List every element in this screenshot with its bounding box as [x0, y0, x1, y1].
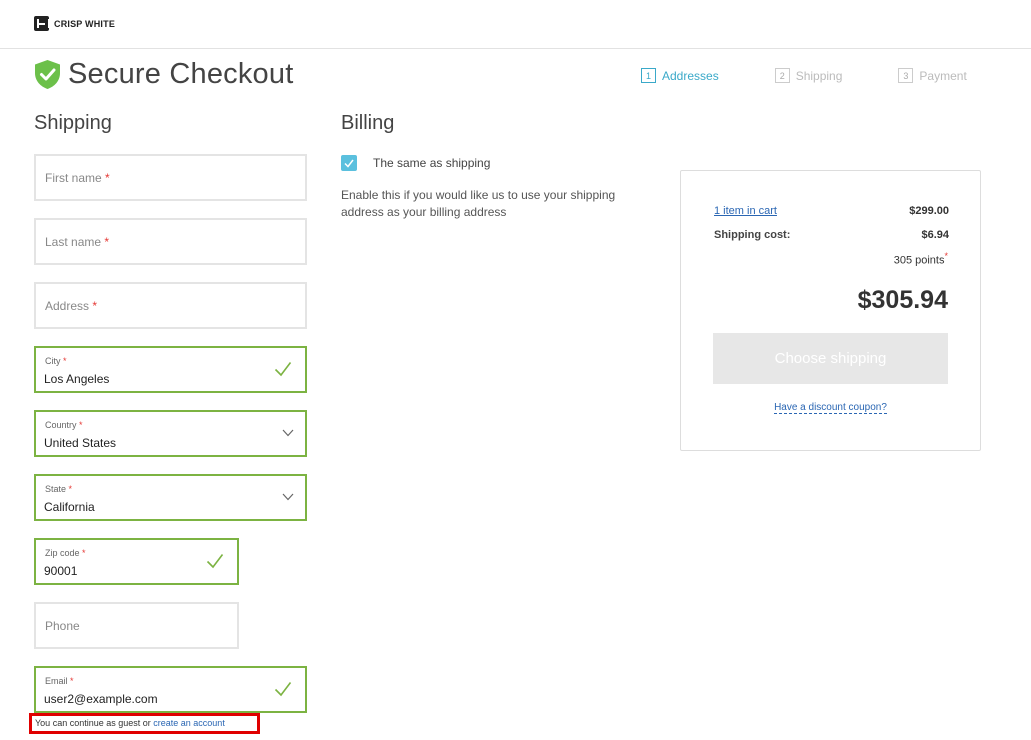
city-value: Los Angeles [44, 372, 110, 386]
coupon-row: Have a discount coupon? [681, 402, 980, 414]
email-field[interactable]: Email * user2@example.com [34, 666, 307, 713]
points-value: 305 points* [893, 251, 948, 267]
zip-code-value: 90001 [44, 564, 78, 578]
step-number: 1 [641, 68, 656, 83]
country-select[interactable]: Country * United States [34, 410, 307, 457]
top-bar: CRISP WHITE [0, 0, 1031, 49]
step-label: Payment [919, 68, 967, 83]
step-payment[interactable]: 3 Payment [898, 68, 967, 83]
last-name-field[interactable]: Last name * [34, 218, 307, 265]
state-select[interactable]: State * California [34, 474, 307, 521]
last-name-placeholder: Last name * [45, 235, 110, 249]
first-name-placeholder: First name * [45, 171, 110, 185]
checkmark-icon [344, 159, 354, 168]
cart-amount: $299.00 [909, 205, 949, 217]
shipping-cost-row: Shipping cost: $6.94 [714, 229, 949, 241]
phone-field[interactable]: Phone [34, 602, 239, 649]
shipping-cost-label: Shipping cost: [714, 229, 791, 241]
valid-check-icon [274, 682, 292, 697]
country-label: Country * [45, 420, 83, 430]
address-field[interactable]: Address * [34, 282, 307, 329]
step-shipping[interactable]: 2 Shipping [774, 68, 843, 83]
discount-coupon-link[interactable]: Have a discount coupon? [774, 402, 887, 414]
cart-row: 1 item in cart $299.00 [714, 205, 949, 217]
city-label: City * [45, 356, 67, 366]
first-name-field[interactable]: First name * [34, 154, 307, 201]
page-title-text: Secure Checkout [68, 58, 294, 90]
brand-logo[interactable]: CRISP WHITE [34, 16, 115, 31]
chevron-down-icon [282, 493, 294, 501]
brand-name: CRISP WHITE [54, 18, 116, 29]
valid-check-icon [274, 362, 292, 377]
state-value: California [44, 500, 95, 514]
phone-placeholder: Phone [45, 619, 80, 633]
step-number: 2 [774, 68, 790, 83]
step-number: 3 [898, 68, 914, 83]
email-value: user2@example.com [44, 692, 158, 706]
step-addresses[interactable]: 1 Addresses [641, 68, 719, 83]
guest-note: You can continue as guest or create an a… [29, 713, 260, 734]
page-title: Secure Checkout [34, 58, 293, 91]
order-total: $305.94 [857, 286, 948, 314]
cart-link[interactable]: 1 item in cart [714, 205, 777, 217]
step-label: Shipping [795, 68, 843, 83]
address-placeholder: Address * [45, 299, 98, 313]
city-field[interactable]: City * Los Angeles [34, 346, 307, 393]
state-label: State * [45, 484, 73, 494]
valid-check-icon [206, 554, 224, 569]
zip-code-field[interactable]: Zip code * 90001 [34, 538, 239, 585]
checkout-steps: 1 Addresses 2 Shipping 3 Payment [641, 68, 1023, 83]
email-label: Email * [45, 676, 74, 686]
brand-logo-icon [34, 16, 50, 31]
shipping-cost-amount: $6.94 [921, 229, 949, 241]
create-account-link[interactable]: create an account [153, 718, 225, 728]
same-as-shipping-checkbox[interactable] [341, 155, 357, 171]
order-summary: 1 item in cart $299.00 Shipping cost: $6… [680, 170, 981, 451]
billing-heading: Billing [341, 112, 395, 134]
shipping-heading: Shipping [34, 112, 112, 134]
chevron-down-icon [282, 429, 294, 437]
billing-help-text: Enable this if you would like us to use … [341, 188, 616, 219]
country-value: United States [44, 436, 117, 450]
same-as-shipping-label[interactable]: The same as shipping [373, 156, 490, 170]
shield-check-icon [35, 60, 60, 89]
zip-code-label: Zip code * [45, 548, 86, 558]
step-label: Addresses [662, 68, 719, 83]
choose-shipping-button[interactable]: Choose shipping [713, 333, 948, 384]
guest-note-text: You can continue as guest or [35, 718, 154, 728]
